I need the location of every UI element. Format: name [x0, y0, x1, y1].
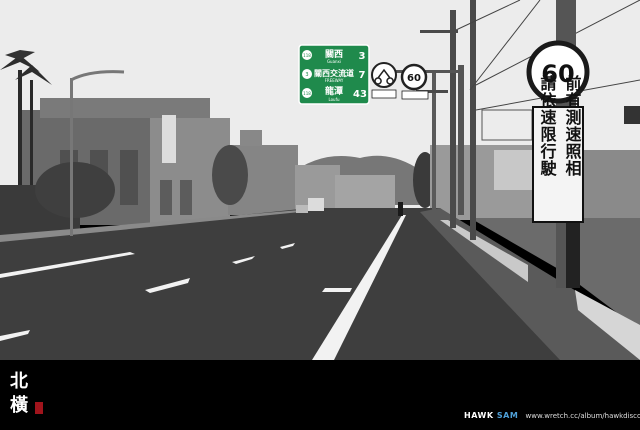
- brand-part-2: SAM: [496, 411, 519, 420]
- red-seal-stamp: [35, 402, 43, 414]
- sign-row3-roman: Loufu: [328, 97, 340, 102]
- title-char-2: 橫: [10, 395, 28, 416]
- sign-row2-roman: FREEWAY: [325, 78, 344, 83]
- sign-row3-name: 龍潭: [325, 85, 343, 97]
- warning-col-left: 請依速限行駛: [538, 74, 558, 177]
- sign-post: [458, 65, 464, 215]
- sign-row3-km: 43: [353, 89, 367, 100]
- direction-sign: 118 3 118 關西 Guanxi 3 關西交流道 FREEWAY 7 龍潭…: [298, 44, 370, 105]
- sign-row2-name: 關西交流道: [314, 68, 354, 78]
- scooter-rider: [398, 202, 403, 216]
- brand-part-1: HAWK: [464, 411, 494, 420]
- distant-car: [308, 198, 324, 211]
- sign-row2-km: 7: [359, 70, 366, 81]
- caption-bar: 北 橫 HAWK SAM www.wretch.cc/album/hawkdis…: [0, 360, 640, 430]
- distant-car-2: [296, 205, 308, 213]
- brand-logo: HAWK SAM: [464, 411, 518, 420]
- title-char-1: 北: [10, 371, 28, 392]
- road-photo: 118 3 118 關西 Guanxi 3 關西交流道 FREEWAY 7 龍潭…: [0, 0, 640, 360]
- sign-row3-route: 118: [303, 91, 311, 96]
- speed-limit-small-value: 60: [407, 73, 421, 84]
- warning-col-right: 前有測速照相: [563, 74, 582, 177]
- photo-credit: HAWK SAM www.wretch.cc/album/hawkdiscove…: [464, 411, 640, 420]
- sign-row1-roman: Guanxi: [327, 59, 341, 64]
- sign-row2-route: 3: [305, 72, 308, 78]
- sign-row1-route: 118: [303, 53, 311, 58]
- album-url-link[interactable]: www.wretch.cc/album/hawkdiscover: [526, 412, 640, 420]
- sign-row1-km: 3: [359, 51, 366, 62]
